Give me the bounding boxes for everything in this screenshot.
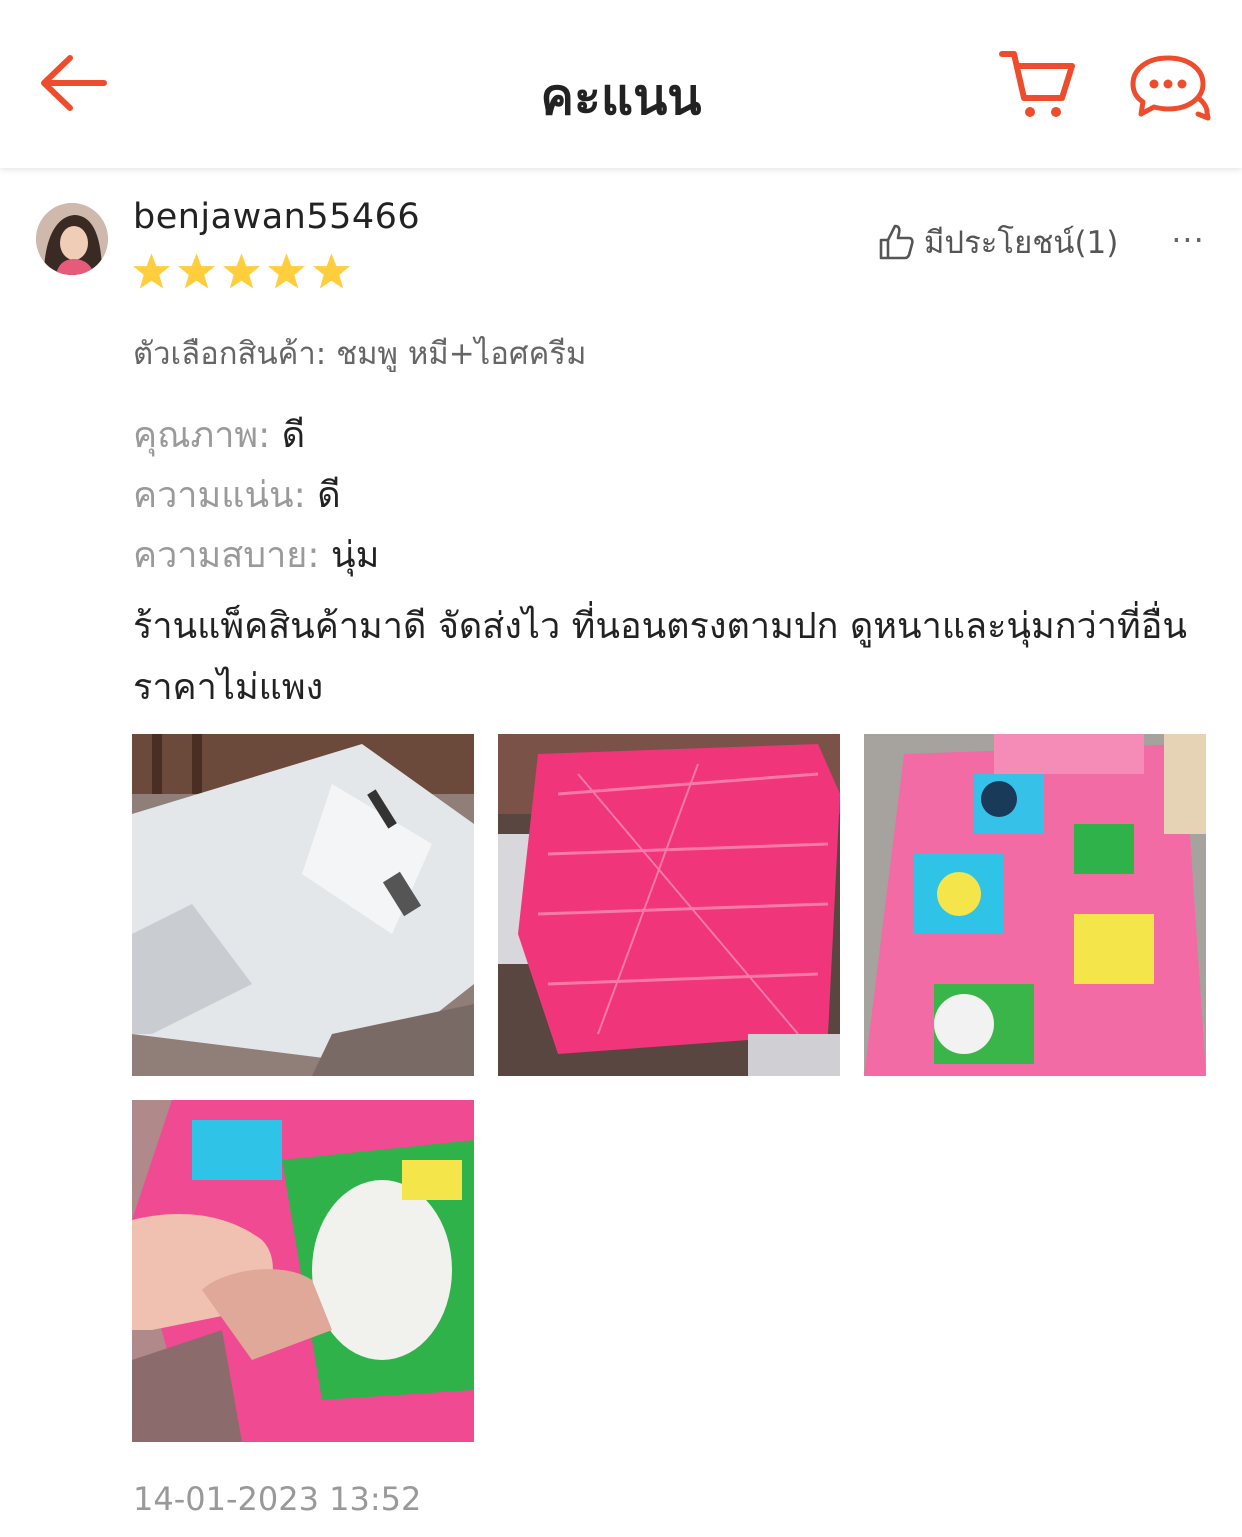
pink-mattress-image (498, 734, 840, 1076)
attribute-value: ดี (281, 415, 306, 456)
star-icon (177, 253, 216, 289)
avatar-image (36, 203, 108, 275)
star-icon (132, 253, 171, 289)
hand-mattress-image (132, 1100, 474, 1442)
more-options-button[interactable]: ··· (1168, 222, 1208, 258)
attribute-row: คุณภาพ: ดี (133, 406, 305, 463)
chat-button[interactable] (1128, 52, 1212, 122)
attribute-label: ความแน่น: (133, 475, 306, 516)
product-variation: ตัวเลือกสินค้า: ชมพู หมี+ไอศครีม (133, 336, 587, 372)
attribute-row: ความแน่น: ดี (133, 466, 341, 523)
star-icon (312, 253, 351, 289)
cart-icon (999, 51, 1075, 117)
thumbs-up-icon (879, 224, 914, 260)
review-timestamp: 14-01-2023 13:52 (133, 1480, 422, 1518)
review-page: คะแนน benjawan55466 มีประโยชน์(1) ··· ตั… (0, 0, 1242, 1537)
attribute-value: ดี (317, 475, 341, 516)
attribute-label: คุณภาพ: (133, 415, 271, 456)
attribute-row: ความสบาย: นุ่ม (133, 526, 379, 583)
package-image (132, 734, 474, 1076)
top-bar: คะแนน (0, 0, 1242, 168)
avatar[interactable] (36, 203, 108, 275)
cartoon-mattress-image (864, 734, 1206, 1076)
chat-icon (1130, 55, 1211, 121)
rating-stars (132, 252, 351, 292)
cart-button[interactable] (998, 46, 1078, 122)
review-photo[interactable] (498, 734, 840, 1076)
reviewer-username: benjawan55466 (133, 197, 421, 237)
attribute-value: นุ่ม (330, 535, 380, 576)
review-photo[interactable] (132, 734, 474, 1076)
review-comment: ร้านแพ็คสินค้ามาดี จัดส่งไว ที่นอนตรงตาม… (133, 606, 1187, 708)
star-icon (267, 253, 306, 289)
review-photo[interactable] (864, 734, 1206, 1076)
review-photo[interactable] (132, 1100, 474, 1442)
helpful-label: มีประโยชน์(1) (924, 225, 1119, 261)
attribute-label: ความสบาย: (133, 535, 320, 576)
helpful-button[interactable]: มีประโยชน์(1) (878, 220, 1118, 264)
star-icon (222, 253, 261, 289)
